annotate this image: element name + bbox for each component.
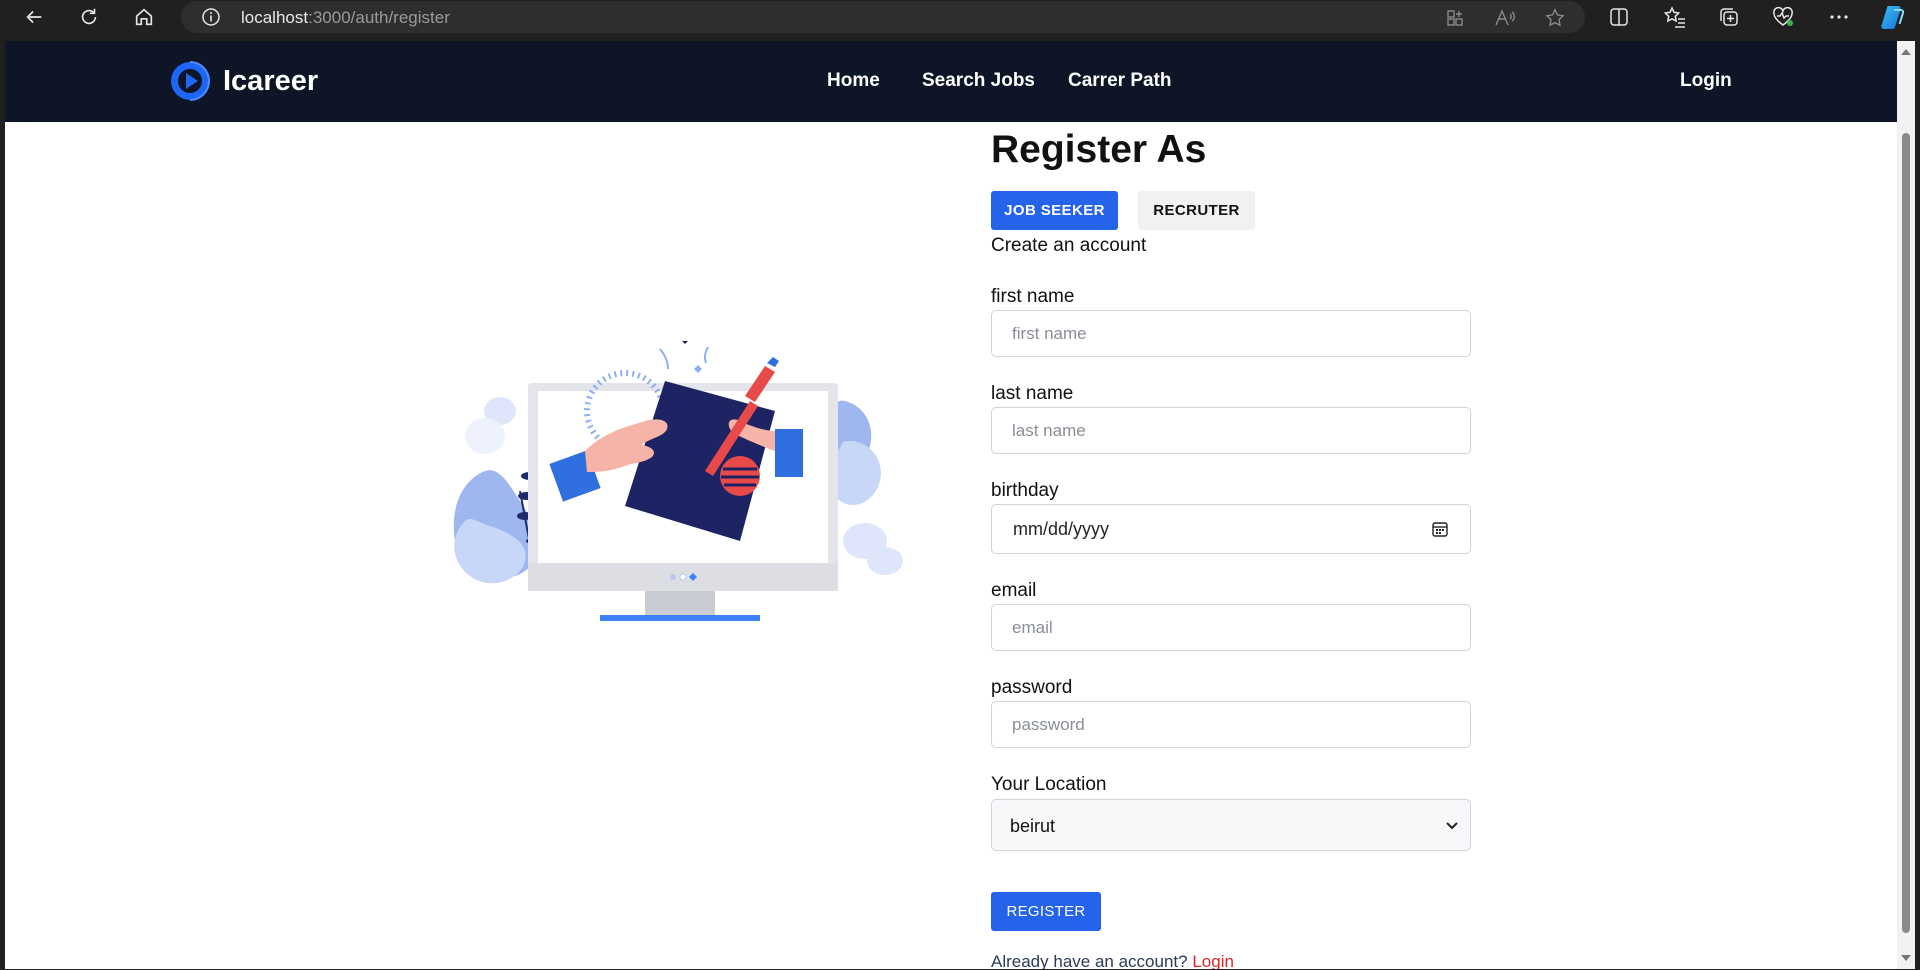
- page-title: Register As: [991, 128, 1207, 171]
- calendar-icon[interactable]: [1431, 520, 1449, 538]
- home-icon[interactable]: [129, 3, 159, 31]
- location-label: Your Location: [991, 774, 1107, 795]
- url-text[interactable]: localhost:3000/auth/register: [241, 8, 450, 28]
- email-input[interactable]: [991, 604, 1471, 651]
- role-recruter-button[interactable]: RECRUTER: [1138, 191, 1255, 230]
- scrollbar-thumb[interactable]: [1902, 133, 1910, 933]
- login-link[interactable]: Login: [1192, 952, 1234, 969]
- scroll-down-arrow-icon[interactable]: [1901, 955, 1911, 961]
- password-input[interactable]: [991, 701, 1471, 748]
- more-options-icon[interactable]: [1824, 3, 1854, 31]
- last-name-label: last name: [991, 383, 1074, 404]
- back-arrow-icon[interactable]: [19, 3, 49, 31]
- scroll-up-arrow-icon[interactable]: [1901, 49, 1911, 55]
- register-button[interactable]: REGISTER: [991, 892, 1101, 931]
- register-illustration: [453, 341, 903, 621]
- location-select[interactable]: beirut: [991, 799, 1471, 851]
- birthday-label: birthday: [991, 480, 1059, 501]
- nav-link-search-jobs[interactable]: Search Jobs: [922, 70, 1035, 92]
- birthday-value: mm/dd/yyyy: [1013, 519, 1110, 539]
- copilot-icon[interactable]: [1878, 3, 1908, 31]
- form-subtitle: Create an account: [991, 235, 1147, 256]
- brand[interactable]: Icareer: [170, 61, 318, 101]
- last-name-input[interactable]: [991, 407, 1471, 454]
- site-navbar: Icareer Home Search Jobs Carrer Path Log…: [5, 41, 1897, 122]
- split-screen-icon[interactable]: [1604, 3, 1634, 31]
- login-prompt: Already have an account? Login: [991, 952, 1234, 969]
- brand-logo-icon: [171, 61, 210, 101]
- password-label: password: [991, 677, 1073, 698]
- favorite-star-icon[interactable]: [1543, 6, 1567, 30]
- refresh-icon[interactable]: [74, 3, 104, 31]
- email-label: email: [991, 580, 1037, 601]
- browser-toolbar: localhost:3000/auth/register: [0, 0, 1920, 34]
- brand-name: Icareer: [223, 64, 319, 97]
- window-border-right: [1915, 34, 1920, 970]
- collections-icon[interactable]: [1714, 3, 1744, 31]
- role-job-seeker-button[interactable]: JOB SEEKER: [991, 191, 1118, 230]
- chevron-down-icon: [1446, 822, 1458, 830]
- login-prompt-text: Already have an account?: [991, 952, 1188, 969]
- info-icon[interactable]: [201, 7, 221, 27]
- page-viewport: Icareer Home Search Jobs Carrer Path Log…: [5, 41, 1897, 969]
- favorites-icon[interactable]: [1660, 3, 1690, 31]
- birthday-input[interactable]: mm/dd/yyyy: [991, 504, 1471, 554]
- page-scrollbar[interactable]: [1897, 41, 1915, 969]
- first-name-input[interactable]: [991, 310, 1471, 357]
- nav-link-home[interactable]: Home: [827, 70, 880, 92]
- read-aloud-icon[interactable]: [1493, 6, 1517, 30]
- address-bar[interactable]: localhost:3000/auth/register: [181, 1, 1585, 33]
- app-available-icon[interactable]: [1443, 6, 1467, 30]
- nav-link-carrer-path[interactable]: Carrer Path: [1068, 70, 1172, 92]
- first-name-label: first name: [991, 286, 1075, 307]
- nav-login-link[interactable]: Login: [1680, 70, 1732, 92]
- location-selected-value: beirut: [1010, 816, 1056, 836]
- browser-essentials-icon[interactable]: [1768, 3, 1798, 31]
